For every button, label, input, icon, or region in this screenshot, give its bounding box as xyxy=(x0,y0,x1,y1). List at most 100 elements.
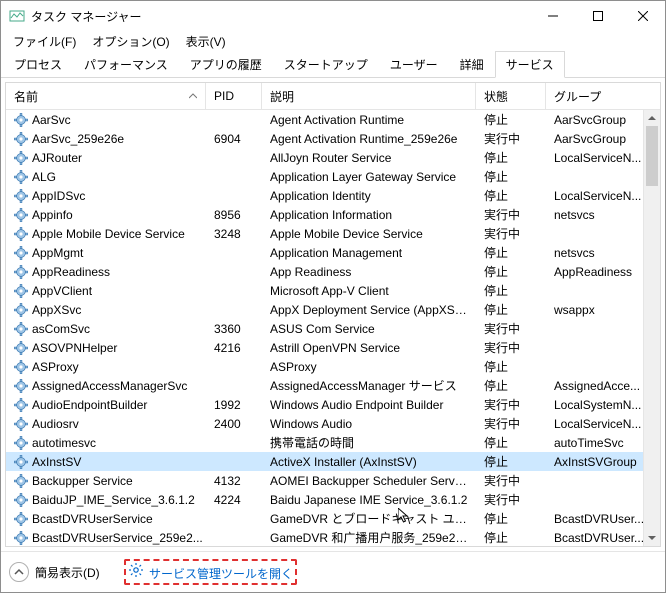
service-name: AudioEndpointBuilder xyxy=(32,398,147,412)
tab-2[interactable]: アプリの履歴 xyxy=(179,51,273,77)
maximize-button[interactable] xyxy=(575,1,620,31)
service-desc: AllJoyn Router Service xyxy=(262,151,476,165)
service-icon xyxy=(14,189,28,203)
service-status: 実行中 xyxy=(476,396,546,413)
table-row[interactable]: ASOVPNHelper4216Astrill OpenVPN Service実… xyxy=(6,338,660,357)
service-desc: Agent Activation Runtime xyxy=(262,113,476,127)
table-row[interactable]: AppVClientMicrosoft App-V Client停止 xyxy=(6,281,660,300)
service-name: BcastDVRUserService xyxy=(32,512,153,526)
service-status: 停止 xyxy=(476,358,546,375)
table-row[interactable]: AppXSvcAppX Deployment Service (AppXSVC)… xyxy=(6,300,660,319)
fewer-details-label[interactable]: 簡易表示(D) xyxy=(35,564,100,581)
col-header-pid[interactable]: PID xyxy=(206,83,262,109)
service-pid: 6904 xyxy=(206,132,262,146)
menu-file[interactable]: ファイル(F) xyxy=(5,31,84,52)
table-row[interactable]: AudioEndpointBuilder1992Windows Audio En… xyxy=(6,395,660,414)
col-header-desc-label: 説明 xyxy=(270,88,294,105)
service-icon xyxy=(14,398,28,412)
service-icon xyxy=(14,208,28,222)
col-header-name[interactable]: 名前 xyxy=(6,83,206,109)
table-row[interactable]: BcastDVRUserService_259e2...GameDVR 和广播用… xyxy=(6,528,660,546)
service-desc: ASProxy xyxy=(262,360,476,374)
tabbar: プロセスパフォーマンスアプリの履歴スタートアップユーザー詳細サービス xyxy=(1,51,665,78)
service-name: BaiduJP_IME_Service_3.6.1.2 xyxy=(32,493,195,507)
table-row[interactable]: AarSvc_259e26e6904Agent Activation Runti… xyxy=(6,129,660,148)
service-name: autotimesvc xyxy=(32,436,96,450)
table-row[interactable]: Audiosrv2400Windows Audio実行中LocalService… xyxy=(6,414,660,433)
vertical-scrollbar[interactable] xyxy=(643,110,660,546)
tab-5[interactable]: 詳細 xyxy=(449,51,495,77)
titlebar: タスク マネージャー xyxy=(1,1,665,31)
service-name: AppIDSvc xyxy=(32,189,85,203)
sort-asc-icon xyxy=(189,92,197,100)
service-desc: Application Information xyxy=(262,208,476,222)
service-name: AppReadiness xyxy=(32,265,110,279)
menu-options[interactable]: オプション(O) xyxy=(84,31,177,52)
service-status: 実行中 xyxy=(476,491,546,508)
table-row[interactable]: BcastDVRUserService GameDVR とブロードキャスト ユーザ… xyxy=(6,509,660,528)
service-icon xyxy=(14,436,28,450)
table-row[interactable]: Apple Mobile Device Service3248Apple Mob… xyxy=(6,224,660,243)
table-row[interactable]: AssignedAccessManagerSvcAssignedAccessMa… xyxy=(6,376,660,395)
service-desc: App Readiness xyxy=(262,265,476,279)
service-name: Audiosrv xyxy=(32,417,79,431)
col-header-status[interactable]: 状態 xyxy=(476,83,546,109)
scroll-down-icon[interactable] xyxy=(644,530,660,546)
service-desc: GameDVR とブロードキャスト ユーザー サー... xyxy=(262,510,476,527)
col-header-group[interactable]: グループ xyxy=(546,83,660,109)
table-row[interactable]: Appinfo8956Application Information実行中net… xyxy=(6,205,660,224)
tab-0[interactable]: プロセス xyxy=(3,51,73,77)
service-status: 実行中 xyxy=(476,206,546,223)
minimize-button[interactable] xyxy=(530,1,575,31)
fewer-details-toggle[interactable] xyxy=(9,562,29,582)
service-desc: AOMEI Backupper Scheduler Service xyxy=(262,474,476,488)
service-status: 実行中 xyxy=(476,415,546,432)
open-services-highlight: サービス管理ツールを開く xyxy=(124,559,297,585)
service-status: 実行中 xyxy=(476,130,546,147)
col-header-desc[interactable]: 説明 xyxy=(262,83,476,109)
table-row[interactable]: ALGApplication Layer Gateway Service停止 xyxy=(6,167,660,186)
scroll-track[interactable] xyxy=(644,126,660,530)
scroll-thumb[interactable] xyxy=(646,126,658,186)
service-pid: 2400 xyxy=(206,417,262,431)
tab-3[interactable]: スタートアップ xyxy=(273,51,379,77)
tab-4[interactable]: ユーザー xyxy=(379,51,449,77)
open-services-link[interactable]: サービス管理ツールを開く xyxy=(149,567,293,581)
table-row[interactable]: asComSvc3360ASUS Com Service実行中 xyxy=(6,319,660,338)
table-row[interactable]: AxInstSVActiveX Installer (AxInstSV)停止Ax… xyxy=(6,452,660,471)
table-row[interactable]: BaiduJP_IME_Service_3.6.1.24224Baidu Jap… xyxy=(6,490,660,509)
table-row[interactable]: AppMgmtApplication Management停止netsvcs xyxy=(6,243,660,262)
col-header-group-label: グループ xyxy=(554,88,601,105)
service-status: 停止 xyxy=(476,453,546,470)
tab-1[interactable]: パフォーマンス xyxy=(73,51,179,77)
service-pid: 3248 xyxy=(206,227,262,241)
service-name: Backupper Service xyxy=(32,474,133,488)
service-name: AppXSvc xyxy=(32,303,81,317)
service-icon xyxy=(14,303,28,317)
service-status: 停止 xyxy=(476,301,546,318)
table-row[interactable]: autotimesvc携帯電話の時間停止autoTimeSvc xyxy=(6,433,660,452)
service-desc: Windows Audio Endpoint Builder xyxy=(262,398,476,412)
table-row[interactable]: AarSvcAgent Activation Runtime停止AarSvcGr… xyxy=(6,110,660,129)
service-desc: Application Management xyxy=(262,246,476,260)
table-row[interactable]: AJRouterAllJoyn Router Service停止LocalSer… xyxy=(6,148,660,167)
gear-icon xyxy=(128,562,144,578)
service-name: Appinfo xyxy=(32,208,73,222)
tab-6[interactable]: サービス xyxy=(495,51,565,78)
scroll-up-icon[interactable] xyxy=(644,110,660,126)
table-row[interactable]: Backupper Service4132AOMEI Backupper Sch… xyxy=(6,471,660,490)
table-row[interactable]: AppReadinessApp Readiness停止AppReadiness xyxy=(6,262,660,281)
col-header-name-label: 名前 xyxy=(14,88,38,105)
service-status: 停止 xyxy=(476,244,546,261)
close-button[interactable] xyxy=(620,1,665,31)
service-name: AarSvc_259e26e xyxy=(32,132,124,146)
service-status: 停止 xyxy=(476,510,546,527)
service-status: 停止 xyxy=(476,111,546,128)
menu-view[interactable]: 表示(V) xyxy=(178,31,234,52)
table-row[interactable]: ASProxyASProxy停止 xyxy=(6,357,660,376)
service-name: AppVClient xyxy=(32,284,92,298)
service-icon xyxy=(14,132,28,146)
services-list: AarSvcAgent Activation Runtime停止AarSvcGr… xyxy=(6,110,660,546)
col-header-pid-label: PID xyxy=(214,89,234,103)
table-row[interactable]: AppIDSvcApplication Identity停止LocalServi… xyxy=(6,186,660,205)
